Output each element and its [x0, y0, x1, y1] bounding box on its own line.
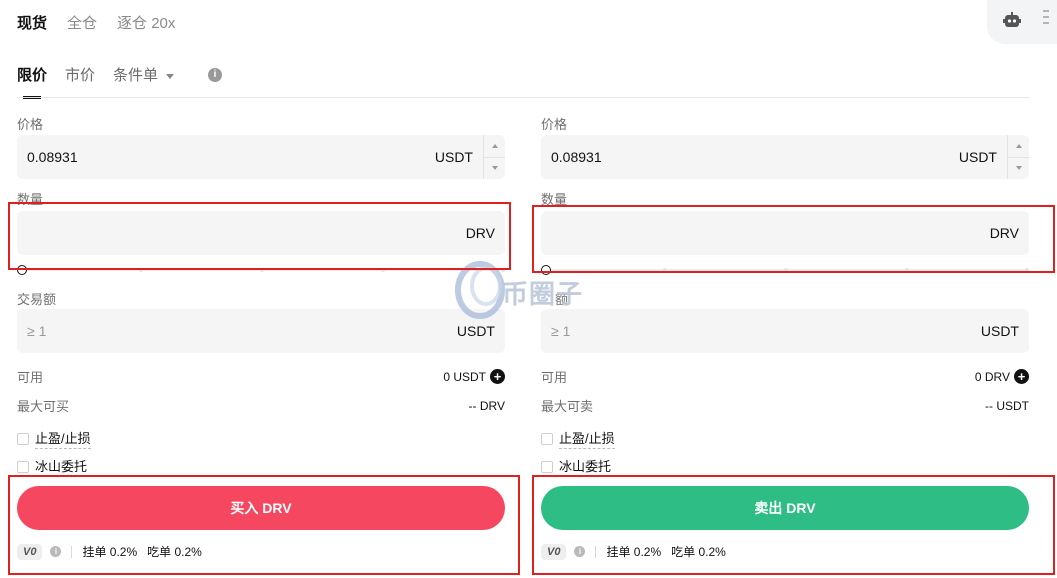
- tpsl-label: 止盈/止损: [559, 428, 615, 449]
- available-label: 可用: [541, 370, 568, 385]
- stepper-down-icon[interactable]: [484, 156, 505, 180]
- iceberg-label: 冰山委托: [559, 456, 612, 477]
- highlight-box-sell-quantity: [532, 205, 1055, 273]
- menu-icon[interactable]: [1043, 10, 1049, 24]
- sell-amount-input[interactable]: ≥ 1 USDT: [541, 309, 1029, 353]
- max-buy-label: 最大可买: [17, 399, 70, 414]
- available-row: 可用 0 DRV +: [541, 367, 1029, 386]
- stepper-up-icon[interactable]: [1008, 135, 1029, 157]
- available-row: 可用 0 USDT +: [17, 367, 505, 386]
- available-value: 0 USDT: [443, 369, 486, 384]
- tpsl-checkbox-row[interactable]: 止盈/止损: [17, 428, 91, 449]
- price-value: 0.08931: [27, 149, 78, 165]
- tpsl-checkbox-row[interactable]: 止盈/止损: [541, 428, 615, 449]
- highlight-box-buy-button: [8, 475, 520, 575]
- price-unit: USDT: [958, 149, 997, 165]
- iceberg-checkbox-row[interactable]: 冰山委托: [17, 456, 88, 477]
- amount-unit: USDT: [980, 323, 1019, 339]
- highlight-box-buy-quantity: [8, 202, 511, 270]
- stepper-up-icon[interactable]: [484, 135, 505, 157]
- price-stepper[interactable]: [1007, 135, 1029, 179]
- max-buy-value: -- DRV: [468, 398, 505, 413]
- available-label: 可用: [17, 370, 44, 385]
- iceberg-checkbox-row[interactable]: 冰山委托: [541, 456, 612, 477]
- tpsl-label: 止盈/止损: [35, 428, 91, 449]
- watermark-text: 币圈子: [502, 279, 584, 309]
- stepper-down-icon[interactable]: [1008, 156, 1029, 180]
- tpsl-checkbox[interactable]: [541, 432, 553, 445]
- max-sell-row: 最大可卖 -- USDT: [541, 396, 1029, 415]
- sell-price-input[interactable]: 0.08931 USDT: [541, 135, 1029, 179]
- price-label: 价格: [17, 117, 44, 132]
- price-stepper[interactable]: [483, 135, 505, 179]
- max-buy-row: 最大可买 -- DRV: [17, 396, 505, 415]
- highlight-box-sell-button: [532, 475, 1055, 575]
- price-value: 0.08931: [551, 149, 602, 165]
- amount-placeholder: ≥ 1: [27, 323, 47, 339]
- price-label: 价格: [541, 117, 568, 132]
- max-sell-value: -- USDT: [985, 398, 1029, 413]
- iceberg-checkbox[interactable]: [541, 460, 553, 473]
- plus-circle-icon[interactable]: +: [490, 369, 505, 384]
- available-value: 0 DRV: [974, 369, 1010, 384]
- amount-unit: USDT: [456, 323, 495, 339]
- iceberg-checkbox[interactable]: [17, 460, 29, 473]
- buy-amount-input[interactable]: ≥ 1 USDT: [17, 309, 505, 353]
- iceberg-label: 冰山委托: [35, 456, 88, 477]
- amount-placeholder: ≥ 1: [551, 323, 571, 339]
- amount-label: 交易额: [17, 292, 57, 307]
- max-sell-label: 最大可卖: [541, 399, 594, 414]
- tpsl-checkbox[interactable]: [17, 432, 29, 445]
- price-unit: USDT: [434, 149, 473, 165]
- plus-circle-icon[interactable]: +: [1014, 369, 1029, 384]
- buy-price-input[interactable]: 0.08931 USDT: [17, 135, 505, 179]
